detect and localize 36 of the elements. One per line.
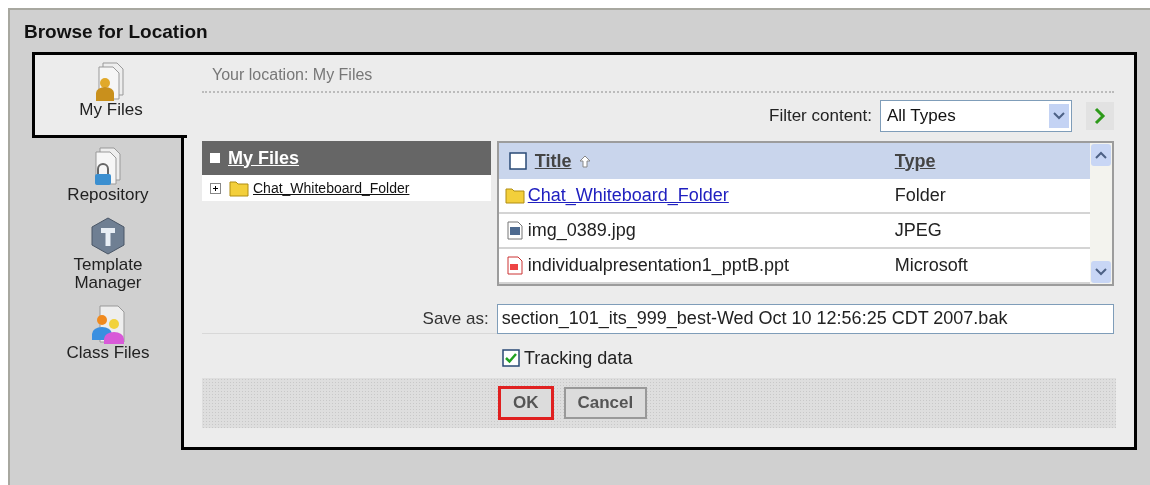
folder-icon	[229, 179, 249, 197]
ok-button[interactable]: OK	[498, 386, 554, 420]
image-file-icon	[504, 221, 525, 240]
file-type: Folder	[894, 184, 946, 207]
scroll-down-icon[interactable]	[1090, 260, 1112, 284]
type-column-header[interactable]: Type	[894, 147, 936, 175]
title-column-header[interactable]: Title	[534, 147, 572, 175]
sidebar-item[interactable]: My Files	[32, 52, 187, 138]
filter-dropdown[interactable]: All Types	[880, 100, 1072, 132]
up-arrow-icon	[579, 154, 592, 168]
sidebar-item[interactable]: Class Files	[32, 300, 184, 370]
scrollbar[interactable]	[1090, 143, 1112, 284]
dropdown-caret-icon	[1049, 104, 1069, 128]
document-icon	[504, 256, 525, 275]
hexagon-letter-icon	[88, 216, 128, 256]
tracking-label: Tracking data	[524, 346, 633, 370]
location-label: Your location: My Files	[202, 63, 1114, 93]
select-all-checkbox[interactable]	[508, 152, 527, 170]
file-name[interactable]: individualpresentation1_pptB.ppt	[527, 252, 789, 279]
cancel-button[interactable]: Cancel	[563, 387, 648, 419]
square-icon	[210, 153, 220, 163]
file-type: Microsoft	[894, 254, 968, 277]
save-as-field[interactable]: section_101_its_999_best-Wed Oct 10 12:56:25 CDT 2007.bak	[496, 303, 1114, 334]
sidebar-item[interactable]: Template Manager	[32, 212, 184, 300]
file-type: JPEG	[894, 219, 942, 242]
folder-icon	[504, 186, 525, 205]
tracking-checkbox[interactable]	[502, 349, 520, 367]
scroll-up-icon[interactable]	[1090, 143, 1112, 167]
filter-label: Filter content:	[769, 105, 872, 128]
tree-root-link[interactable]: My Files	[228, 144, 300, 172]
expand-icon[interactable]	[210, 182, 221, 194]
folder-link[interactable]: Chat_Whiteboard_Folder	[527, 182, 729, 209]
dialog-title: Browse for Location	[24, 20, 209, 44]
sidebar-item[interactable]: Repository	[32, 142, 184, 212]
save-as-label: Save as:	[421, 307, 489, 330]
file-name[interactable]: img_0389.jpg	[527, 217, 636, 244]
